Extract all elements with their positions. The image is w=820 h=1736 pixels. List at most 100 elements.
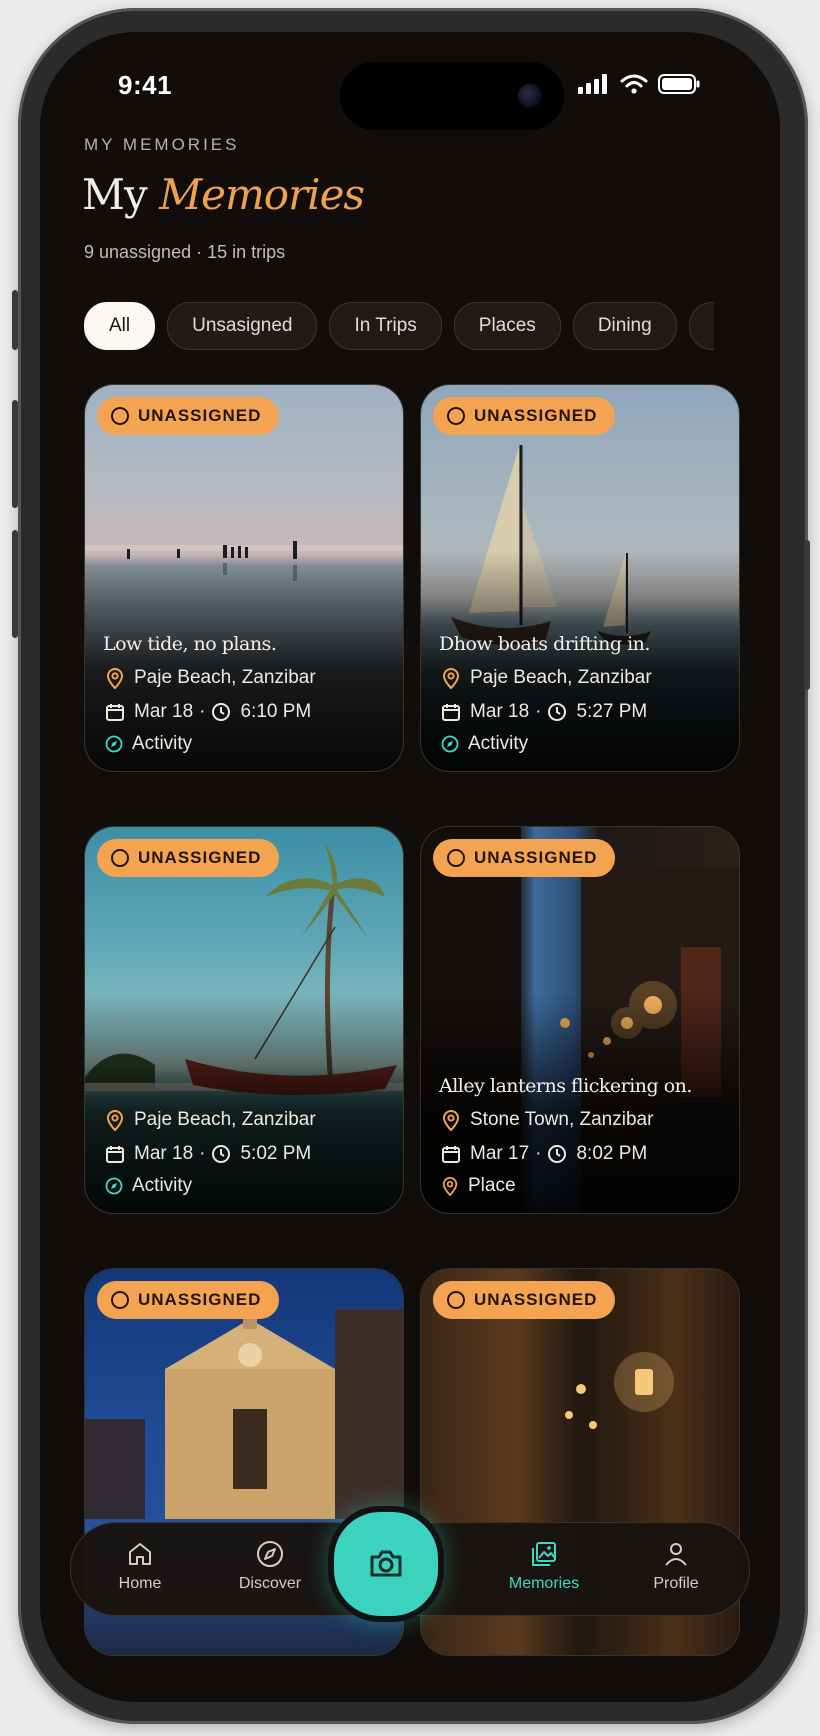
circle-icon [111, 1291, 129, 1309]
category-label: Activity [132, 1175, 193, 1196]
date-label: Mar 18 [470, 701, 530, 722]
memory-location: Paje Beach, Zanzibar [441, 667, 652, 689]
status-badge: UNASSIGNED [433, 397, 616, 435]
nav-item-discover[interactable]: Discover [215, 1539, 325, 1593]
clock-icon [212, 1145, 231, 1163]
memory-datetime: Mar 18 · 5:27 PM [441, 701, 647, 723]
time-label: 6:10 PM [240, 701, 312, 722]
volume-down-button [12, 530, 18, 638]
calendar-icon [442, 1146, 460, 1163]
compass-icon [441, 735, 459, 753]
badge-label: UNASSIGNED [474, 848, 598, 867]
status-time: 9:41 [118, 70, 173, 100]
date-label: Mar 18 [134, 701, 194, 722]
meta-separator: · [199, 701, 206, 722]
badge-label: UNASSIGNED [138, 1290, 262, 1309]
power-button [804, 540, 810, 690]
status-badge: UNASSIGNED [433, 839, 616, 877]
map-pin-icon [442, 1177, 458, 1196]
circle-icon [111, 407, 129, 425]
status-icons [578, 74, 700, 94]
time-label: 5:27 PM [576, 701, 648, 722]
status-badge: UNASSIGNED [97, 1281, 280, 1319]
badge-label: UNASSIGNED [474, 406, 598, 425]
location-label: Paje Beach, Zanzibar [134, 1109, 316, 1130]
wifi-icon [620, 74, 648, 94]
memory-location: Paje Beach, Zanzibar [105, 1109, 316, 1131]
memory-card[interactable]: UNASSIGNED Low tide, no plans. Paje Beac… [84, 384, 404, 772]
compass-icon [257, 1541, 283, 1567]
memory-datetime: Mar 18 · 6:10 PM [105, 701, 311, 723]
filter-chips: All Unsasigned In Trips Places Dining Ac… [84, 302, 714, 350]
mute-switch [12, 290, 18, 350]
map-pin-icon [442, 668, 460, 689]
page-title-plain: My [82, 170, 148, 219]
location-label: Paje Beach, Zanzibar [134, 667, 316, 688]
filter-chip-dining[interactable]: Dining [572, 302, 677, 350]
status-badge: UNASSIGNED [433, 1281, 616, 1319]
nav-label: Discover [238, 1575, 302, 1592]
front-camera-icon [518, 84, 542, 108]
meta-separator: · [535, 1143, 542, 1164]
memory-datetime: Mar 17 · 8:02 PM [441, 1143, 647, 1165]
memory-datetime: Mar 18 · 5:02 PM [105, 1143, 311, 1165]
calendar-icon [106, 1146, 124, 1163]
filter-chip-activities[interactable]: Acti [688, 302, 714, 350]
page-eyebrow: MY MEMORIES [84, 135, 240, 154]
map-pin-icon [442, 1110, 460, 1131]
compass-icon [105, 1177, 123, 1195]
filter-chip-all[interactable]: All [84, 302, 156, 350]
category-label: Activity [468, 733, 529, 754]
camera-icon [370, 1550, 402, 1577]
camera-capture-button[interactable] [328, 1506, 444, 1622]
date-label: Mar 18 [134, 1143, 194, 1164]
page-title-accent: Memories [159, 170, 365, 219]
memory-category: Activity [105, 733, 192, 755]
nav-label: Memories [508, 1575, 580, 1592]
person-icon [665, 1543, 687, 1566]
clock-icon [548, 703, 567, 721]
dynamic-island [340, 62, 564, 130]
memory-card[interactable]: UNASSIGNED Dhow boats drifting in. Paje … [420, 384, 740, 772]
time-label: 8:02 PM [576, 1143, 648, 1164]
calendar-icon [442, 704, 460, 721]
battery-icon [658, 74, 700, 94]
memory-category: Activity [441, 733, 528, 755]
memory-caption: Alley lanterns flickering on. [439, 1075, 692, 1097]
nav-item-profile[interactable]: Profile [621, 1539, 731, 1593]
circle-icon [447, 1291, 465, 1309]
nav-label: Profile [653, 1575, 699, 1592]
memory-card[interactable]: UNASSIGNED Paje Beach, Zanzibar Mar 18 ·… [84, 826, 404, 1214]
memory-caption: Low tide, no plans. [103, 633, 277, 655]
badge-label: UNASSIGNED [474, 1290, 598, 1309]
circle-icon [447, 407, 465, 425]
filter-chip-places[interactable]: Places [453, 302, 561, 350]
location-label: Paje Beach, Zanzibar [470, 667, 652, 688]
memory-location: Paje Beach, Zanzibar [105, 667, 316, 689]
filter-chip-unassigned[interactable]: Unsasigned [167, 302, 318, 350]
location-label: Stone Town, Zanzibar [470, 1109, 654, 1130]
memory-location: Stone Town, Zanzibar [441, 1109, 653, 1131]
category-label: Activity [132, 733, 193, 754]
home-icon [129, 1543, 151, 1565]
compass-icon [105, 735, 123, 753]
meta-separator: · [199, 1143, 206, 1164]
circle-icon [111, 849, 129, 867]
circle-icon [447, 849, 465, 867]
nav-item-memories[interactable]: Memories [489, 1539, 599, 1593]
memory-card[interactable]: UNASSIGNED Alley lanterns flickering on.… [420, 826, 740, 1214]
page-title: My Memories [82, 170, 365, 219]
badge-label: UNASSIGNED [138, 848, 262, 867]
app-screen: 9:41 MY MEMORIES My Memories 9 unassigne… [40, 32, 780, 1702]
memories-count-summary: 9 unassigned · 15 in trips [84, 242, 286, 262]
clock-icon [548, 1145, 567, 1163]
cellular-signal-icon [578, 74, 607, 94]
status-badge: UNASSIGNED [97, 397, 280, 435]
filter-chip-in-trips[interactable]: In Trips [329, 302, 442, 350]
clock-icon [212, 703, 231, 721]
nav-item-home[interactable]: Home [85, 1539, 195, 1593]
calendar-icon [106, 704, 124, 721]
map-pin-icon [106, 668, 124, 689]
map-pin-icon [106, 1110, 124, 1131]
meta-separator: · [535, 701, 542, 722]
